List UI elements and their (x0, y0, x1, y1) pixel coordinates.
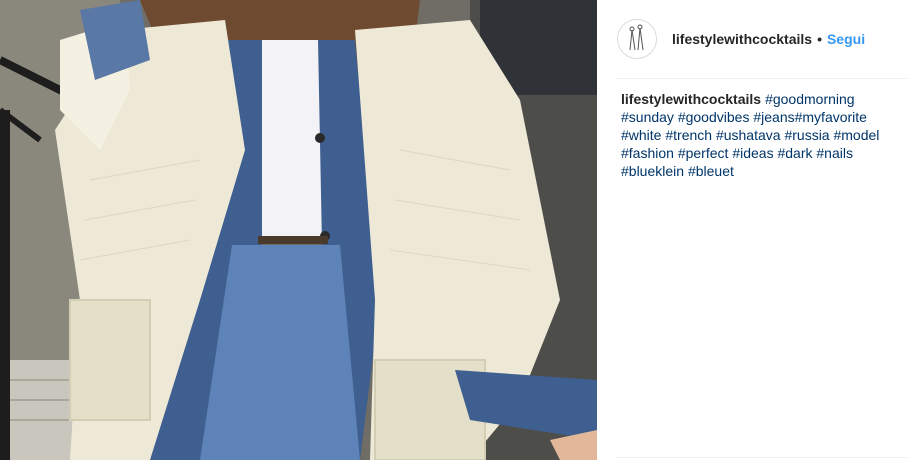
post-header: lifestylewithcocktails • Segui (617, 0, 908, 79)
instagram-post: lifestylewithcocktails • Segui lifestyle… (0, 0, 912, 460)
hashtag-link[interactable]: #perfect (678, 145, 729, 161)
hashtag-link[interactable]: #goodmorning (765, 91, 855, 107)
author-username-link[interactable]: lifestylewithcocktails (672, 31, 812, 47)
hashtag-link[interactable]: #blueklein (621, 163, 684, 179)
follow-button[interactable]: Segui (827, 31, 865, 47)
separator-dot: • (817, 31, 822, 47)
hashtag-link[interactable]: #bleuet (688, 163, 734, 179)
hashtag-link[interactable]: #model (833, 127, 879, 143)
post-caption: lifestylewithcocktails #goodmorning #sund… (621, 90, 891, 180)
hashtag-link[interactable]: #russia (784, 127, 829, 143)
hashtag-link[interactable]: #jeans (753, 109, 794, 125)
sketch-avatar-icon[interactable] (617, 19, 657, 59)
hashtag-link[interactable]: #white (621, 127, 661, 143)
caption-username-link[interactable]: lifestylewithcocktails (621, 91, 761, 107)
hashtag-link[interactable]: #nails (816, 145, 853, 161)
divider (617, 457, 908, 458)
photo-illustration (0, 0, 597, 460)
hashtag-link[interactable]: #sunday (621, 109, 674, 125)
hashtag-link[interactable]: #goodvibes (678, 109, 750, 125)
hashtag-link[interactable]: #dark (777, 145, 812, 161)
hashtag-link[interactable]: #myfavorite (795, 109, 867, 125)
hashtag-link[interactable]: #ideas (732, 145, 773, 161)
hashtag-link[interactable]: #trench (665, 127, 712, 143)
hashtag-link[interactable]: #fashion (621, 145, 674, 161)
hashtag-link[interactable]: #ushatava (716, 127, 781, 143)
post-sidebar: lifestylewithcocktails • Segui lifestyle… (597, 0, 912, 460)
post-photo[interactable] (0, 0, 597, 460)
